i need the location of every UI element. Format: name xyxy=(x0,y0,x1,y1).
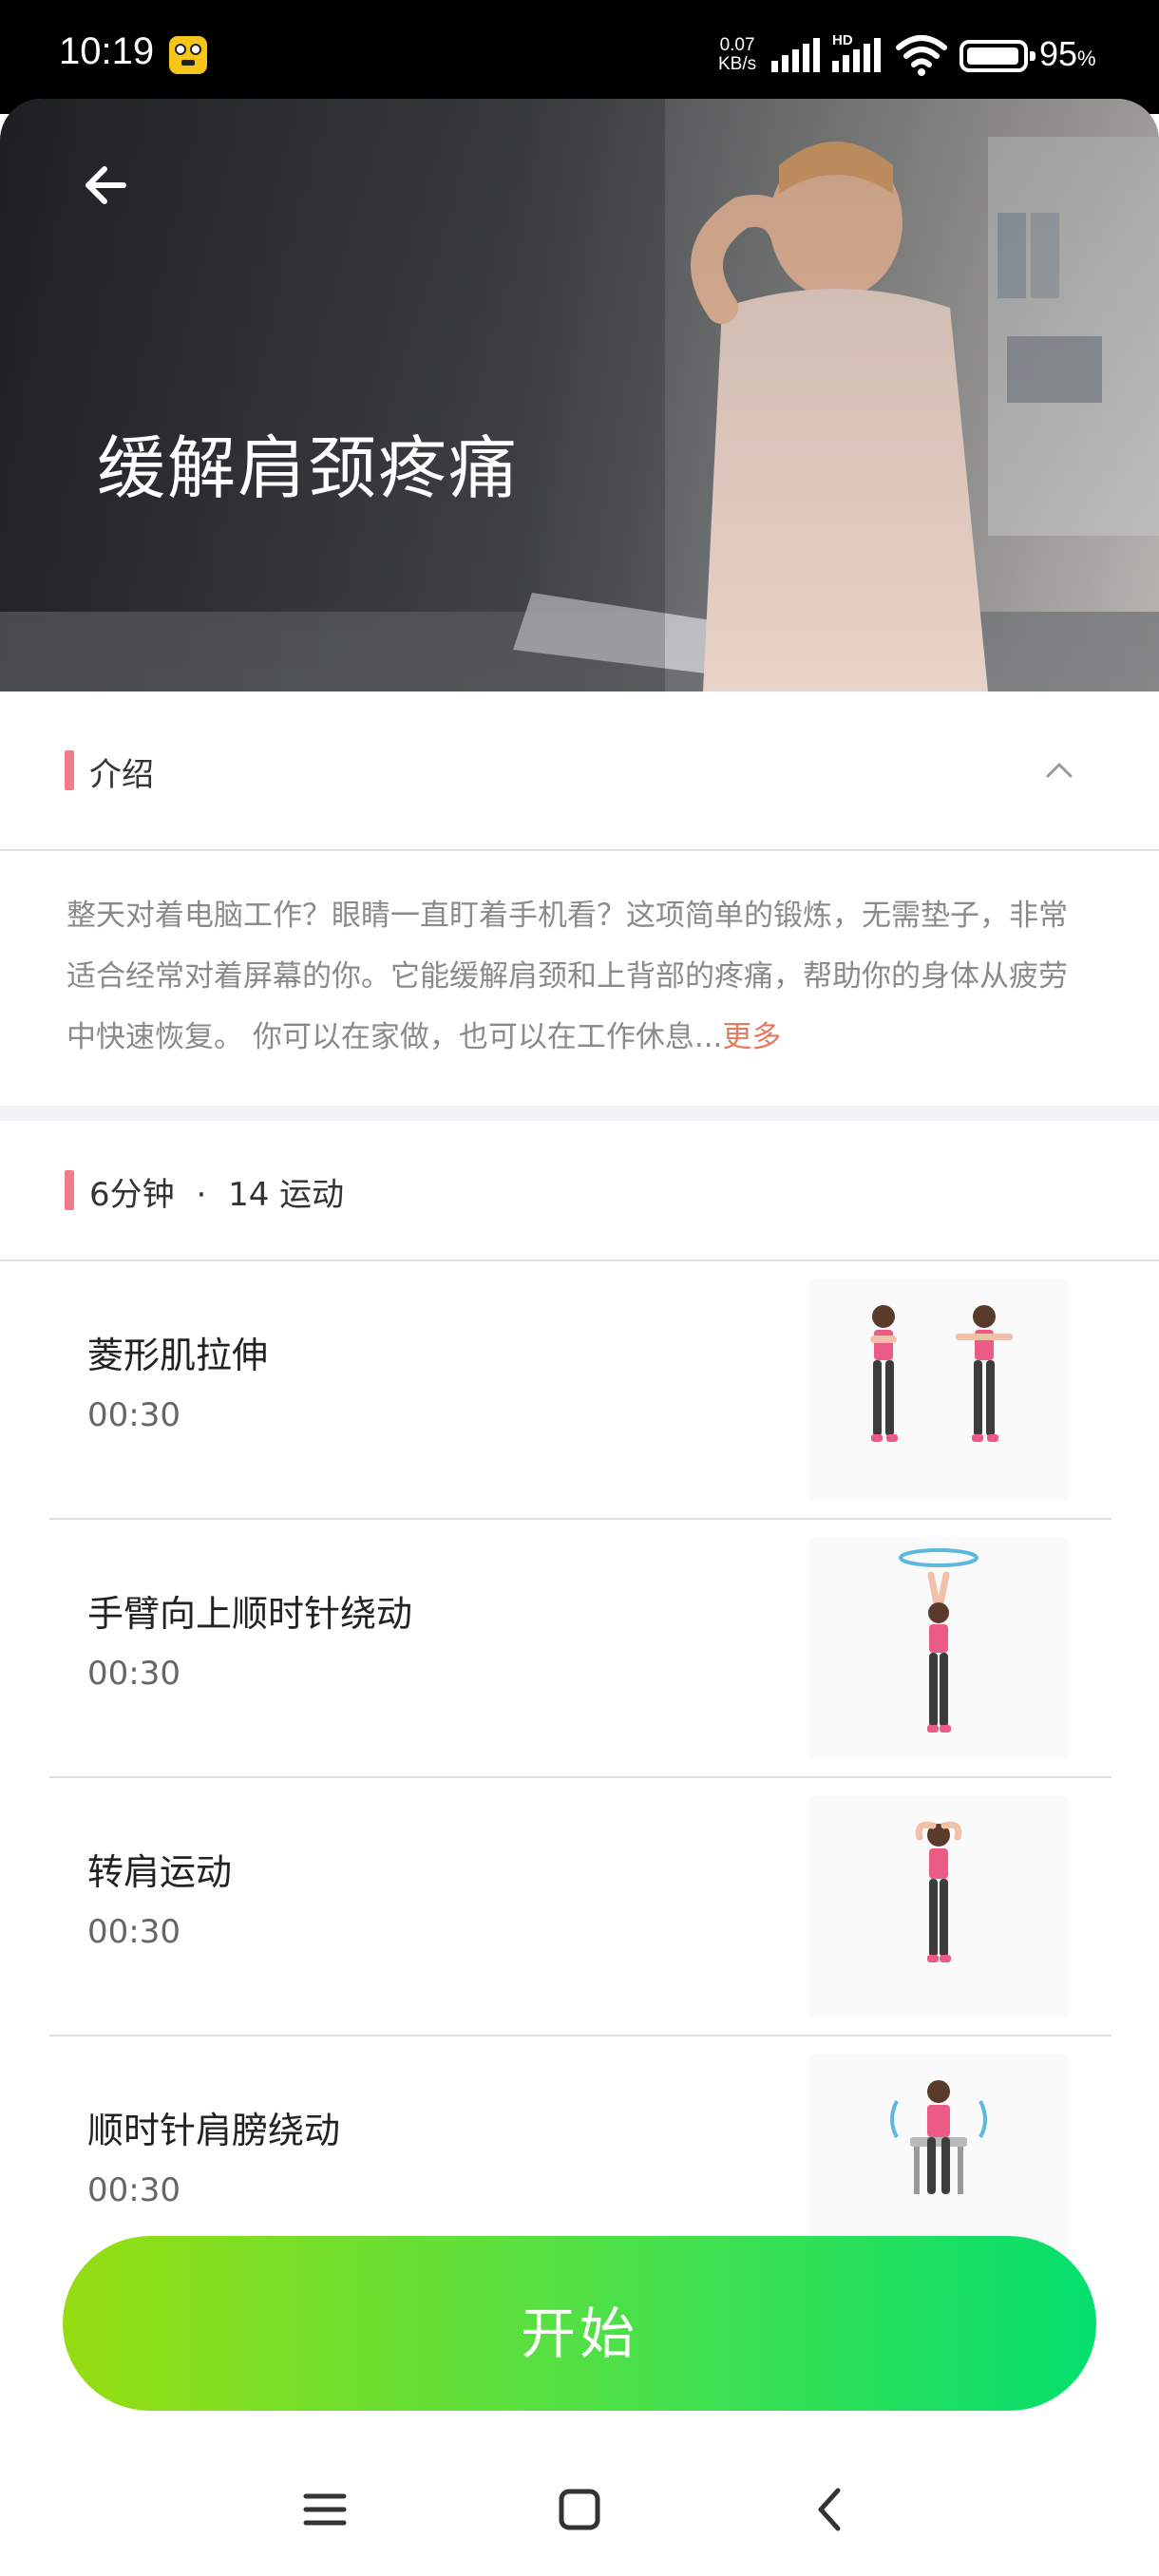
network-speed-value: 0.07 xyxy=(719,35,755,55)
exercise-name: 顺时针肩膀绕动 xyxy=(87,2110,341,2151)
workout-summary-header: 6分钟 · 14 运动 xyxy=(0,1121,1159,1261)
wifi-icon xyxy=(896,35,947,76)
hero-image xyxy=(0,99,1159,691)
notification-app-icon xyxy=(169,36,207,74)
exercise-name: 菱形肌拉伸 xyxy=(87,1335,269,1376)
intro-heading: 介绍 xyxy=(89,756,154,794)
exercise-count: 14 运动 xyxy=(228,1176,345,1214)
exercise-row[interactable]: 手臂向上顺时针绕动 00:30 xyxy=(49,1520,1112,1778)
status-bar: 10:19 0.07 KB/s HD 95% xyxy=(0,0,1159,114)
back-arrow-icon[interactable] xyxy=(74,152,141,218)
workout-summary: 6分钟 · 14 运动 xyxy=(89,1168,344,1215)
signal-icon-2 xyxy=(832,38,881,72)
exercise-row[interactable]: 菱形肌拉伸 00:30 xyxy=(49,1261,1112,1520)
section-divider xyxy=(0,1106,1159,1121)
signal-icon xyxy=(771,38,820,72)
exercise-name: 转肩运动 xyxy=(87,1851,233,1893)
exercise-time: 00:30 xyxy=(87,1396,180,1434)
home-square-icon[interactable] xyxy=(551,2481,608,2538)
exercise-time: 00:30 xyxy=(87,2171,180,2209)
system-nav-bar xyxy=(0,2432,1159,2576)
exercise-time: 00:30 xyxy=(87,1655,180,1693)
exercise-row[interactable]: 转肩运动 00:30 xyxy=(49,1778,1112,2036)
network-speed-unit: KB/s xyxy=(718,54,757,74)
summary-separator: · xyxy=(196,1176,207,1214)
section-accent-bar xyxy=(65,1170,74,1210)
menu-icon[interactable] xyxy=(296,2481,353,2538)
battery-level: 95% xyxy=(1039,34,1096,73)
hero-banner: 缓解肩颈疼痛 xyxy=(0,99,1159,691)
exercise-thumbnail xyxy=(809,1795,1068,2016)
intro-header[interactable]: 介绍 xyxy=(0,691,1159,851)
exercise-thumbnail xyxy=(809,1537,1068,1757)
section-accent-bar xyxy=(65,750,74,790)
chevron-up-icon[interactable] xyxy=(1045,760,1074,779)
network-speed: 0.07 KB/s xyxy=(718,36,756,74)
exercise-name: 手臂向上顺时针绕动 xyxy=(87,1593,413,1635)
exercise-thumbnail xyxy=(809,1279,1068,1499)
exercise-time: 00:30 xyxy=(87,1913,180,1951)
back-chevron-icon[interactable] xyxy=(802,2481,859,2538)
start-button[interactable]: 开始 xyxy=(63,2236,1096,2411)
battery-icon xyxy=(960,40,1036,72)
more-link[interactable]: 更多 xyxy=(722,1020,781,1054)
intro-description: 整天对着电脑工作？眼睛一直盯着手机看？这项简单的锻炼，无需垫子，非常适合经常对着… xyxy=(66,899,1068,1054)
status-time: 10:19 xyxy=(59,30,155,72)
workout-duration: 6分钟 xyxy=(89,1176,175,1214)
page-title: 缓解肩颈疼痛 xyxy=(97,428,520,508)
